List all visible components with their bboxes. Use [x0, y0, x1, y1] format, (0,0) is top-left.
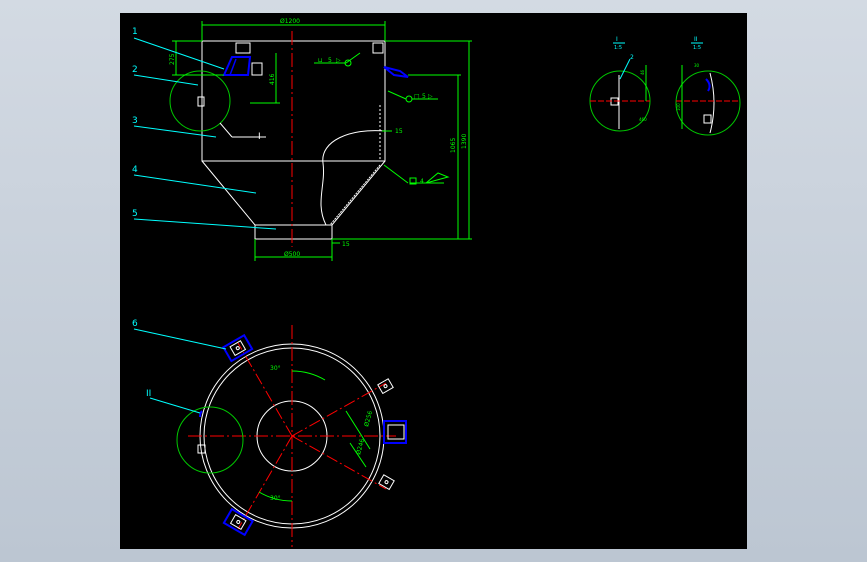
support-lug-top-left	[222, 333, 254, 363]
dim-outlet-diameter-text: Ø500	[284, 251, 300, 258]
part-label-4: 4	[132, 165, 138, 175]
leader-part-6	[133, 328, 227, 350]
detail-view-2-label-b: 1:5	[693, 45, 701, 51]
detail-view-2-dim-2: 30	[694, 63, 700, 68]
plan-radial-line-3	[291, 382, 387, 437]
part-label-1: 1	[132, 27, 138, 37]
detail-view-1-dim-1: 46	[640, 69, 645, 75]
dim-overall-height-text: 1390	[461, 134, 468, 149]
leader-part-4	[133, 174, 257, 194]
small-lug-lower-right	[378, 474, 395, 491]
outlet-neck	[254, 224, 333, 240]
support-lug-right	[383, 420, 407, 444]
detail-view-1-dim-2: 460	[639, 117, 647, 122]
weld-symbol-3: 4	[383, 164, 450, 185]
svg-text:⊔: ⊔	[318, 57, 323, 64]
detail-view-1-callout: 2	[630, 54, 634, 61]
detail-view-2-label-a: II	[694, 36, 698, 43]
dim-416-text: 416	[269, 73, 276, 85]
dim-thickness-2-text: 15	[342, 241, 350, 248]
dim-top-diameter-text: Ø1200	[280, 18, 300, 25]
detail-view-2-dim-1: 100	[676, 103, 681, 111]
dim-bracket-height-text: 275	[169, 53, 176, 65]
front-elevation-view: I Ø1200 275 416 1390	[132, 18, 472, 261]
dim-cone-height-text: 1065	[450, 138, 457, 153]
drawing-sheet: I Ø1200 275 416 1390	[132, 18, 741, 547]
detail-view-1-label-a: I	[616, 36, 618, 43]
detail-view-2: II 1:5 100 30	[675, 36, 741, 136]
support-bracket-left	[222, 56, 252, 76]
detail-view-2-bracket	[705, 78, 711, 92]
top-lug-left	[235, 42, 251, 54]
detail-circle-2	[176, 406, 244, 474]
cylinder-shell	[201, 40, 386, 162]
cad-drawing-canvas[interactable]: I Ø1200 275 416 1390	[120, 13, 747, 549]
part-label-6: 6	[132, 319, 138, 329]
dim-thickness-1-text: 15	[395, 128, 403, 135]
detail-1-lug	[197, 96, 205, 107]
detail-view-1-label-b: 1:5	[614, 45, 622, 51]
bracket-left-plate	[251, 62, 263, 76]
detail-1-leader	[219, 122, 233, 138]
svg-text:□: □	[414, 93, 420, 100]
detail-circle-1	[169, 70, 231, 132]
cad-viewport-frame: I Ø1200 275 416 1390	[0, 0, 867, 562]
detail-view-1-leader	[619, 58, 631, 80]
svg-text:▷: ▷	[428, 93, 433, 100]
svg-text:▷: ▷	[336, 57, 341, 64]
part-label-5: 5	[132, 209, 138, 219]
part-label-3: 3	[132, 116, 138, 126]
cone-shell	[201, 160, 386, 226]
detail-view-2-wall	[709, 72, 715, 134]
support-bracket-right	[383, 66, 409, 78]
plan-view: II 30° 30° Ø256 Ø246 6	[132, 319, 407, 547]
cone-inner-wall	[329, 164, 381, 226]
detail-view-1: I 1:5 2 46 460	[589, 36, 651, 132]
plan-radial-line-4	[291, 435, 387, 490]
weld-symbol-1: 5 ⊔ ▷	[314, 52, 361, 67]
leader-part-2	[133, 74, 199, 86]
angle-top-text: 30°	[270, 365, 281, 372]
plan-radial-line-1	[237, 342, 293, 437]
weld-3-text: 4	[420, 178, 424, 185]
weld-1-text: 5	[328, 57, 332, 64]
angle-arc-top	[291, 370, 326, 381]
weld-symbol-2: 5 □ ▷	[387, 90, 438, 103]
detail-view-2-lug	[703, 114, 712, 124]
part-label-2: 2	[132, 65, 138, 75]
detail-2-label: II	[146, 389, 151, 399]
dim-bolt-circle-2-text: Ø246	[355, 438, 366, 456]
angle-bottom-text: 30°	[270, 495, 281, 502]
section-break-curve	[320, 130, 386, 226]
plan-radial-line-2	[237, 435, 293, 530]
dim-bolt-circle-1-text: Ø256	[363, 410, 374, 428]
weld-2-text: 5	[422, 93, 426, 100]
top-lug-right	[372, 42, 384, 54]
leader-part-3	[133, 125, 217, 138]
detail-2-leader	[149, 397, 201, 414]
leader-part-1	[133, 37, 225, 70]
